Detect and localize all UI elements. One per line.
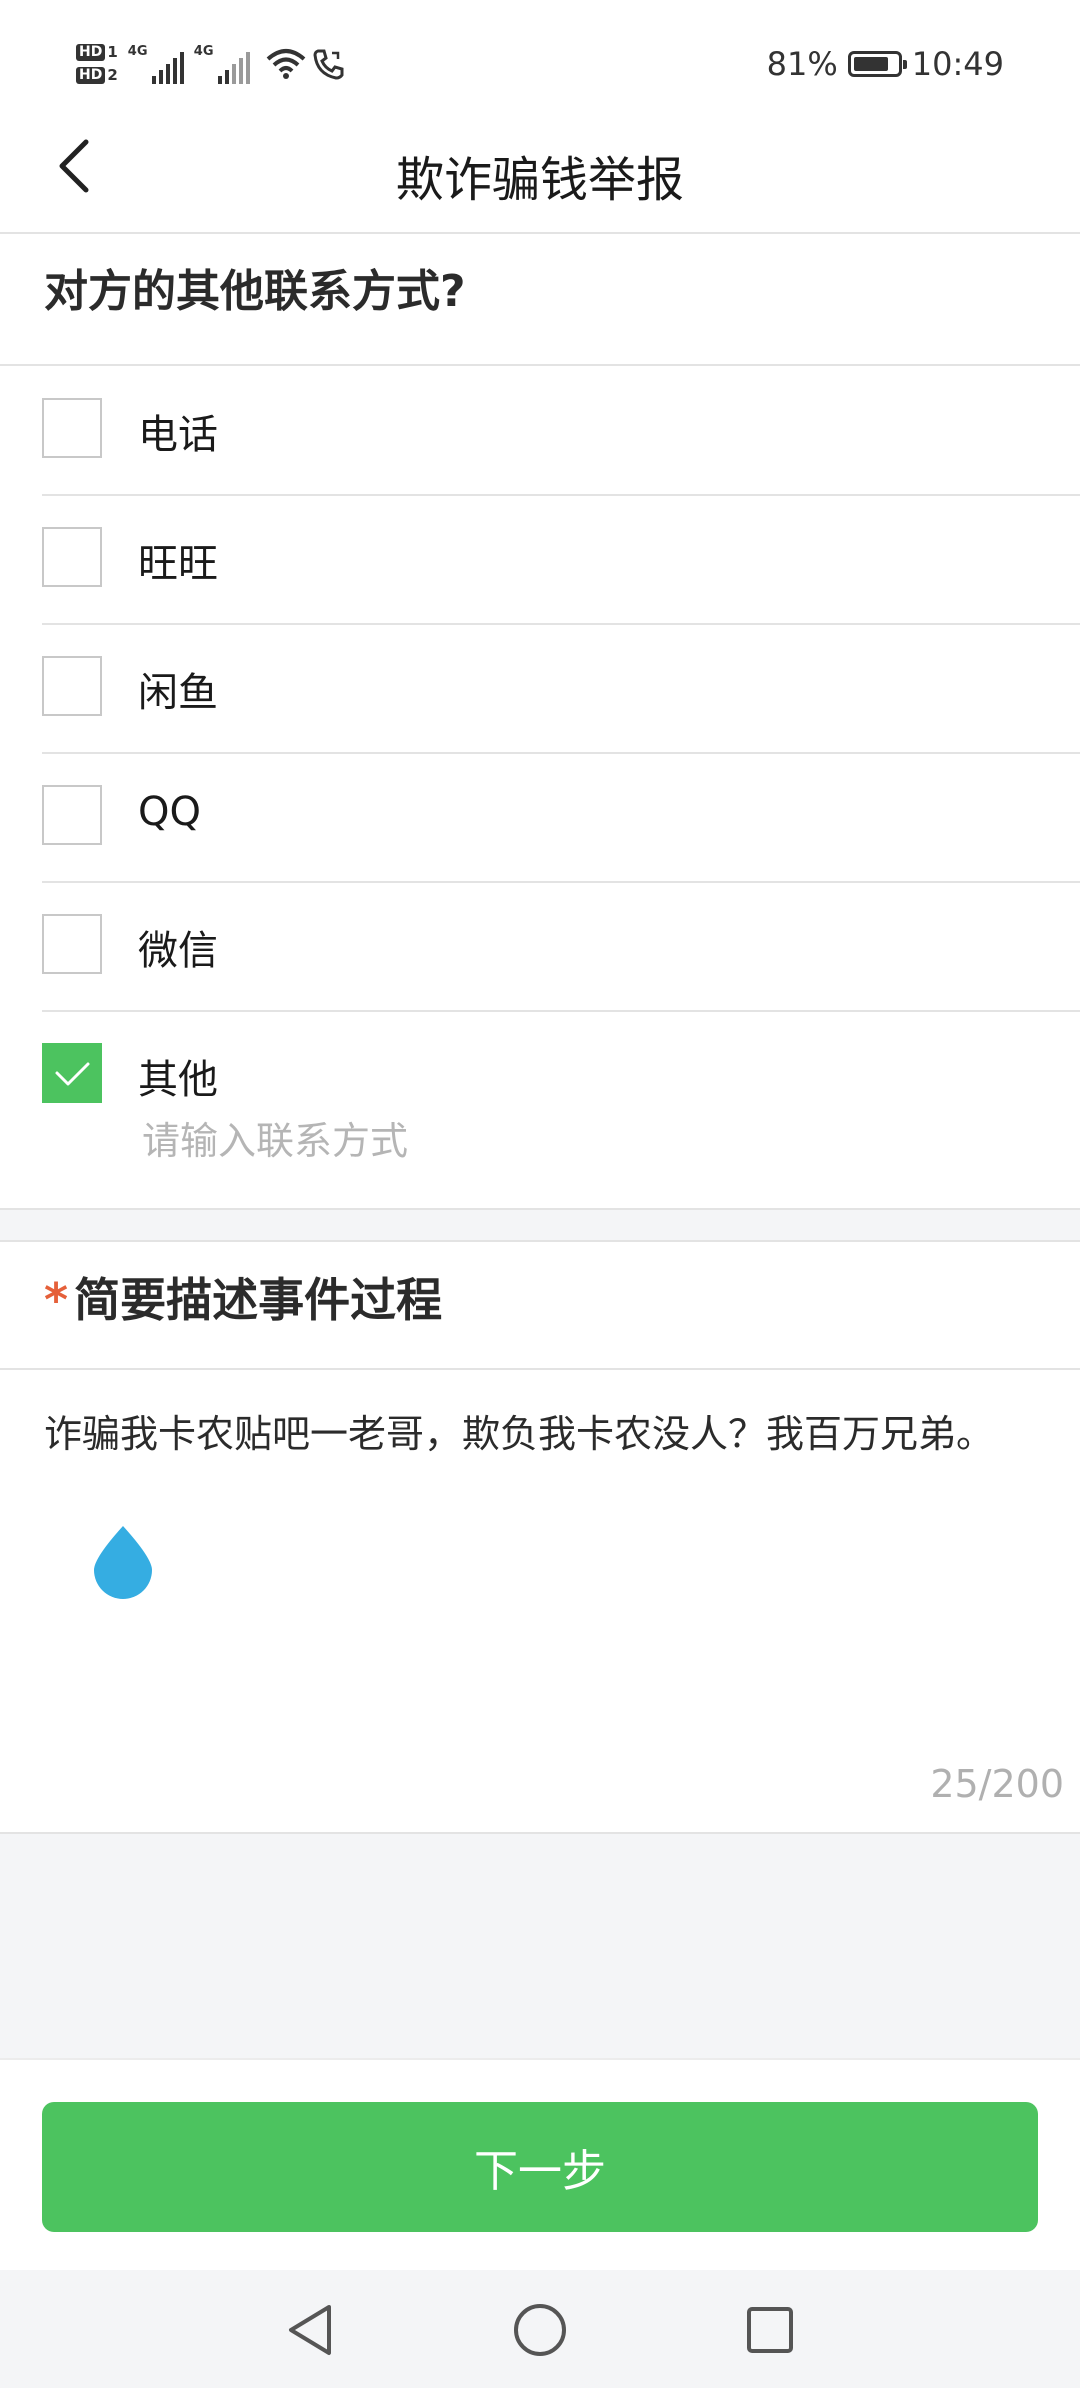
blank-area: [0, 1832, 1080, 2062]
net2-label: 4G: [193, 44, 214, 59]
contact-option-label: 电话: [138, 412, 218, 458]
description-title: * 简要描述事件过程: [44, 1260, 442, 1340]
checkbox[interactable]: [42, 785, 102, 845]
description-textarea[interactable]: 诈骗我卡农贴吧一老哥，欺负我卡农没人？我百万兄弟。: [44, 1398, 1004, 1470]
back-button[interactable]: [52, 138, 96, 194]
divider: [0, 1368, 1080, 1370]
contact-question-title: 对方的其他联系方式?: [44, 266, 466, 317]
hd1-sub: 1: [107, 43, 118, 61]
text-cursor-handle-icon[interactable]: [92, 1524, 154, 1600]
checkbox[interactable]: [42, 1043, 102, 1103]
square-recents-icon: [747, 2307, 793, 2353]
other-contact-input[interactable]: 请输入联系方式: [142, 1110, 408, 1165]
status-bar-right: 81% 10:49: [767, 40, 1004, 88]
system-back-button[interactable]: [280, 2300, 340, 2360]
checkbox[interactable]: [42, 656, 102, 716]
hd2-sub: 2: [107, 66, 118, 84]
hd2-badge: HD: [76, 67, 106, 84]
contact-option-label: 闲鱼: [138, 670, 218, 716]
contact-option-row[interactable]: QQ: [0, 753, 1080, 882]
status-bar-left: HD 1 HD 2 4G 4G: [76, 34, 346, 94]
contact-option-row[interactable]: 旺旺: [0, 495, 1080, 624]
page-title: 欺诈骗钱举报: [395, 152, 684, 208]
description-title-text: 简要描述事件过程: [74, 1273, 443, 1327]
circle-home-icon: [514, 2304, 566, 2356]
signal-icon-sim2: 4G: [193, 44, 250, 84]
contact-option-row[interactable]: 微信: [0, 882, 1080, 1011]
checkbox[interactable]: [42, 914, 102, 974]
contact-option-row[interactable]: 电话: [0, 366, 1080, 495]
battery-percent: 81%: [766, 45, 838, 83]
contact-option-label: QQ: [138, 789, 201, 835]
char-counter: 25/200: [930, 1762, 1064, 1806]
signal-icon-sim1: 4G: [127, 44, 184, 84]
contact-option-label: 微信: [138, 928, 218, 974]
contact-option-label: 旺旺: [138, 541, 218, 587]
contact-option-label: 其他: [138, 1057, 218, 1103]
checkmark-icon: [55, 1062, 90, 1086]
system-recents-button[interactable]: [740, 2300, 800, 2360]
hd1-badge: HD: [76, 44, 106, 61]
chevron-left-icon: [59, 139, 89, 193]
clock: 10:49: [911, 45, 1004, 83]
section-separator: [0, 1208, 1080, 1242]
phone-call-icon: [313, 49, 344, 80]
battery-icon: [847, 51, 907, 77]
contact-option-row[interactable]: 闲鱼: [0, 624, 1080, 753]
checkbox[interactable]: [42, 527, 102, 587]
wifi-icon: [266, 49, 306, 79]
triangle-back-icon: [289, 2305, 331, 2355]
required-mark: *: [44, 1273, 69, 1327]
hd-indicator: HD 1 HD 2: [76, 44, 118, 84]
net1-label: 4G: [127, 44, 148, 59]
checkbox[interactable]: [42, 398, 102, 458]
system-home-button[interactable]: [510, 2300, 570, 2360]
next-button[interactable]: 下一步: [42, 2102, 1038, 2232]
